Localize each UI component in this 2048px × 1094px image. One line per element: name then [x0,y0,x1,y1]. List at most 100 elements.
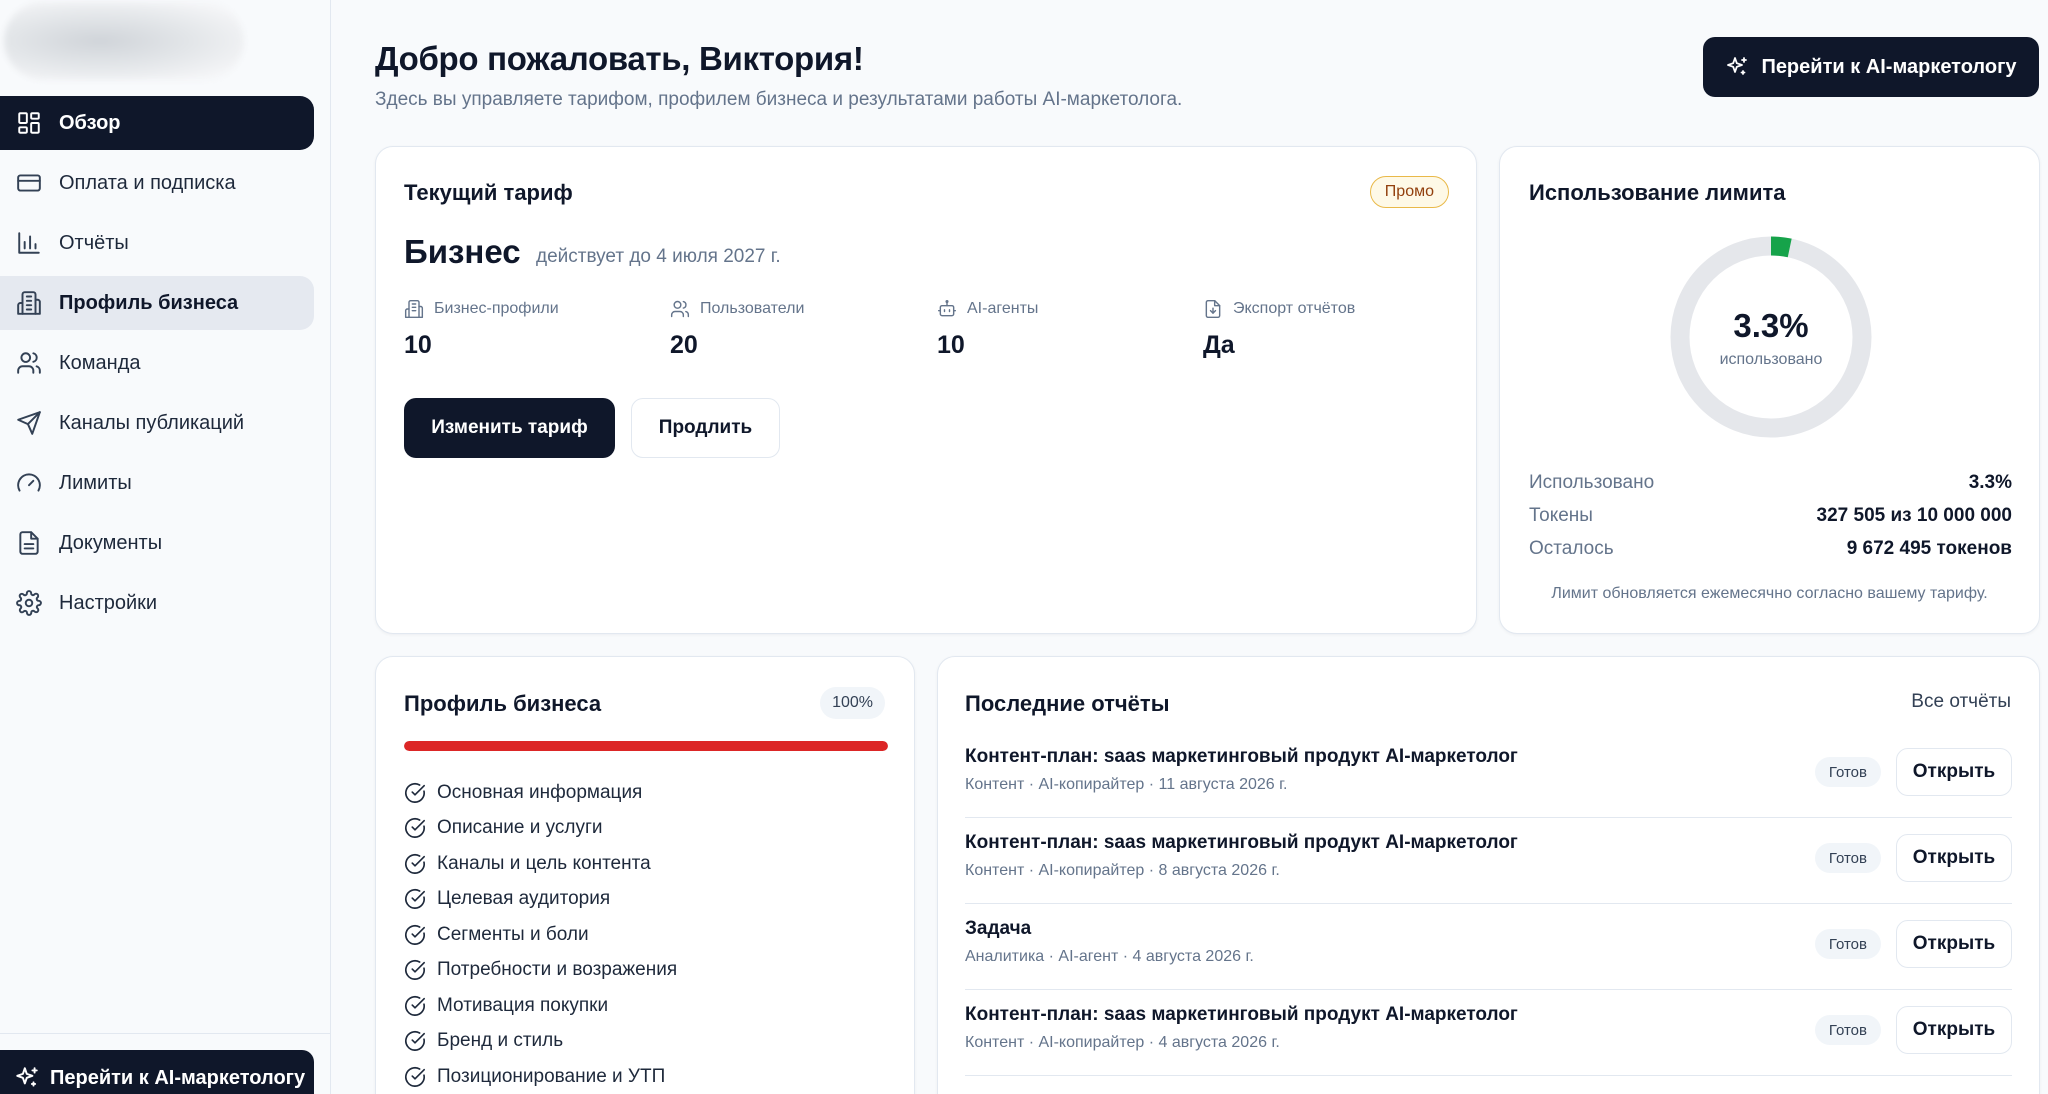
feature-business-profiles: Бизнес-профили 10 [404,299,559,360]
report-meta: Контент · AI-копирайтер · 4 августа 2026… [965,1034,1280,1051]
sidebar-item-label: Настройки [59,591,158,614]
checklist-item-label: Сегменты и боли [437,923,589,945]
feature-report-export: Экспорт отчётов Да [1203,299,1355,360]
recent-reports-card: Последние отчёты Все отчёты Контент-план… [937,656,2040,1094]
open-report-button[interactable]: Открыть [1896,920,2012,968]
logo[interactable] [4,2,244,80]
usage-caption: использовано [1719,351,1823,368]
sidebar-item-settings[interactable]: Настройки [0,576,314,630]
sidebar-item-overview[interactable]: Обзор [0,96,314,150]
check-circle-icon [405,1031,425,1052]
report-status-badge: Готов [1814,1015,1881,1045]
report-title: Контент-план: saas маркетинговый продукт… [965,746,1518,767]
business-profile-card: Профиль бизнеса 100% Основная информация… [375,656,915,1094]
sidebar-item-label: Каналы публикаций [59,411,245,434]
tariff-card-title: Текущий тариф [404,180,573,205]
limit-usage-card: Использование лимита 3.3% использовано И… [1499,146,2040,634]
current-tariff-card: Текущий тариф Промо Бизнес действует до … [375,146,1477,634]
report-row: Контент-план: saas маркетинговый продукт… [965,990,2012,1076]
change-tariff-button[interactable]: Изменить тариф [404,398,615,458]
report-title: Контент-план: saas маркетинговый продукт… [965,832,1518,853]
report-title: Контент-план: saas маркетинговый продукт… [965,1004,1518,1025]
sidebar: Обзор Оплата и подписка Отчёты Профиль б… [0,0,331,1094]
checklist-item: Мотивация покупки [404,988,677,1024]
page-title: Добро пожаловать, Виктория! [375,40,864,77]
check-circle-icon [405,924,425,945]
check-circle-icon [405,889,425,910]
credit-card-icon [17,174,41,192]
sidebar-item-limits[interactable]: Лимиты [0,456,314,510]
limit-row-used: Использовано 3.3% [1529,472,2012,494]
gear-icon [16,590,42,616]
checklist-item-label: Целевая аудитория [437,888,611,910]
feature-value: Да [1203,331,1235,359]
users-icon [670,300,690,318]
report-title: Задача [965,918,1032,939]
feature-label: Пользователи [700,300,805,317]
reports-card-title: Последние отчёты [965,691,1170,716]
checklist-item: Потребности и возражения [404,953,677,989]
page-subtitle: Здесь вы управляете тарифом, профилем би… [375,89,1183,110]
file-export-icon [1205,299,1221,319]
bot-icon [937,299,957,317]
sidebar-item-business-profile[interactable]: Профиль бизнеса [0,276,314,330]
sidebar-item-team[interactable]: Команда [0,336,314,390]
building-icon [404,299,424,319]
check-circle-icon [405,818,425,839]
checklist-item: Целевая аудитория [404,882,677,918]
checklist-item: Позиционирование и УТП [404,1059,677,1094]
sidebar-item-label: Команда [59,351,141,374]
plan-valid-until: действует до 4 июля 2027 г. [536,246,781,267]
sidebar-item-label: Отчёты [59,231,129,254]
feature-label: Бизнес-профили [434,300,559,317]
feature-value: 20 [670,331,698,359]
checklist-item-label: Позиционирование и УТП [437,1065,666,1087]
report-status-badge: Готов [1814,843,1881,873]
profile-percent-badge: 100% [820,687,885,719]
report-meta: Контент · AI-копирайтер · 8 августа 2026… [965,862,1280,879]
checklist-item: Каналы и цель контента [404,846,677,882]
checklist-item-label: Потребности и возражения [437,959,678,981]
report-status-badge: Готов [1814,929,1881,959]
promo-badge: Промо [1369,176,1449,208]
limit-row-value: 9 672 495 токенов [1846,538,2012,559]
limit-row-tokens: Токены 327 505 из 10 000 000 [1529,505,2012,527]
report-status-badge: Готов [1814,757,1881,787]
limit-row-key: Осталось [1529,538,1614,559]
extend-tariff-button[interactable]: Продлить [631,398,780,458]
check-circle-icon [405,995,425,1016]
report-row: Контент-план: saas маркетинговый продукт… [965,818,2012,904]
usage-percent: 3.3% [1733,307,1809,344]
feature-label: AI-агенты [967,300,1039,317]
header-cta-label: Перейти к AI-маркетологу [1761,55,2017,78]
checklist-item-label: Мотивация покупки [437,994,609,1016]
sidebar-item-channels[interactable]: Каналы публикаций [0,396,314,450]
profile-card-title: Профиль бизнеса [404,691,602,716]
sidebar-item-label: Оплата и подписка [59,171,236,194]
sidebar-item-documents[interactable]: Документы [0,516,314,570]
header-ai-marketer-button[interactable]: Перейти к AI-маркетологу [1703,37,2039,97]
sidebar-item-label: Документы [59,531,163,554]
open-report-button[interactable]: Открыть [1896,1006,2012,1054]
checklist-item-label: Каналы и цель контента [437,852,651,874]
sidebar-item-label: Лимиты [59,471,132,494]
profile-progress-bar [404,741,888,751]
check-circle-icon [405,782,425,803]
sidebar-item-billing[interactable]: Оплата и подписка [0,156,314,210]
sidebar-ai-marketer-button[interactable]: Перейти к AI-маркетологу [0,1050,314,1094]
sparkles-icon [1727,57,1748,75]
open-report-button[interactable]: Открыть [1896,834,2012,882]
limit-row-value: 327 505 из 10 000 000 [1816,505,2012,526]
limit-card-title: Использование лимита [1529,180,1786,205]
plan-name: Бизнес [404,233,521,270]
users-icon [17,352,41,374]
sidebar-nav: Обзор Оплата и подписка Отчёты Профиль б… [0,96,314,636]
all-reports-link[interactable]: Все отчёты [1911,691,2011,713]
gauge-icon [17,473,41,492]
sidebar-divider [0,1033,331,1034]
report-row: Задача Аналитика · AI-агент · 4 августа 2… [965,904,2012,990]
feature-label: Экспорт отчётов [1233,300,1356,317]
feature-ai-agents: AI-агенты 10 [937,299,1038,360]
sidebar-item-reports[interactable]: Отчёты [0,216,314,270]
open-report-button[interactable]: Открыть [1896,748,2012,796]
